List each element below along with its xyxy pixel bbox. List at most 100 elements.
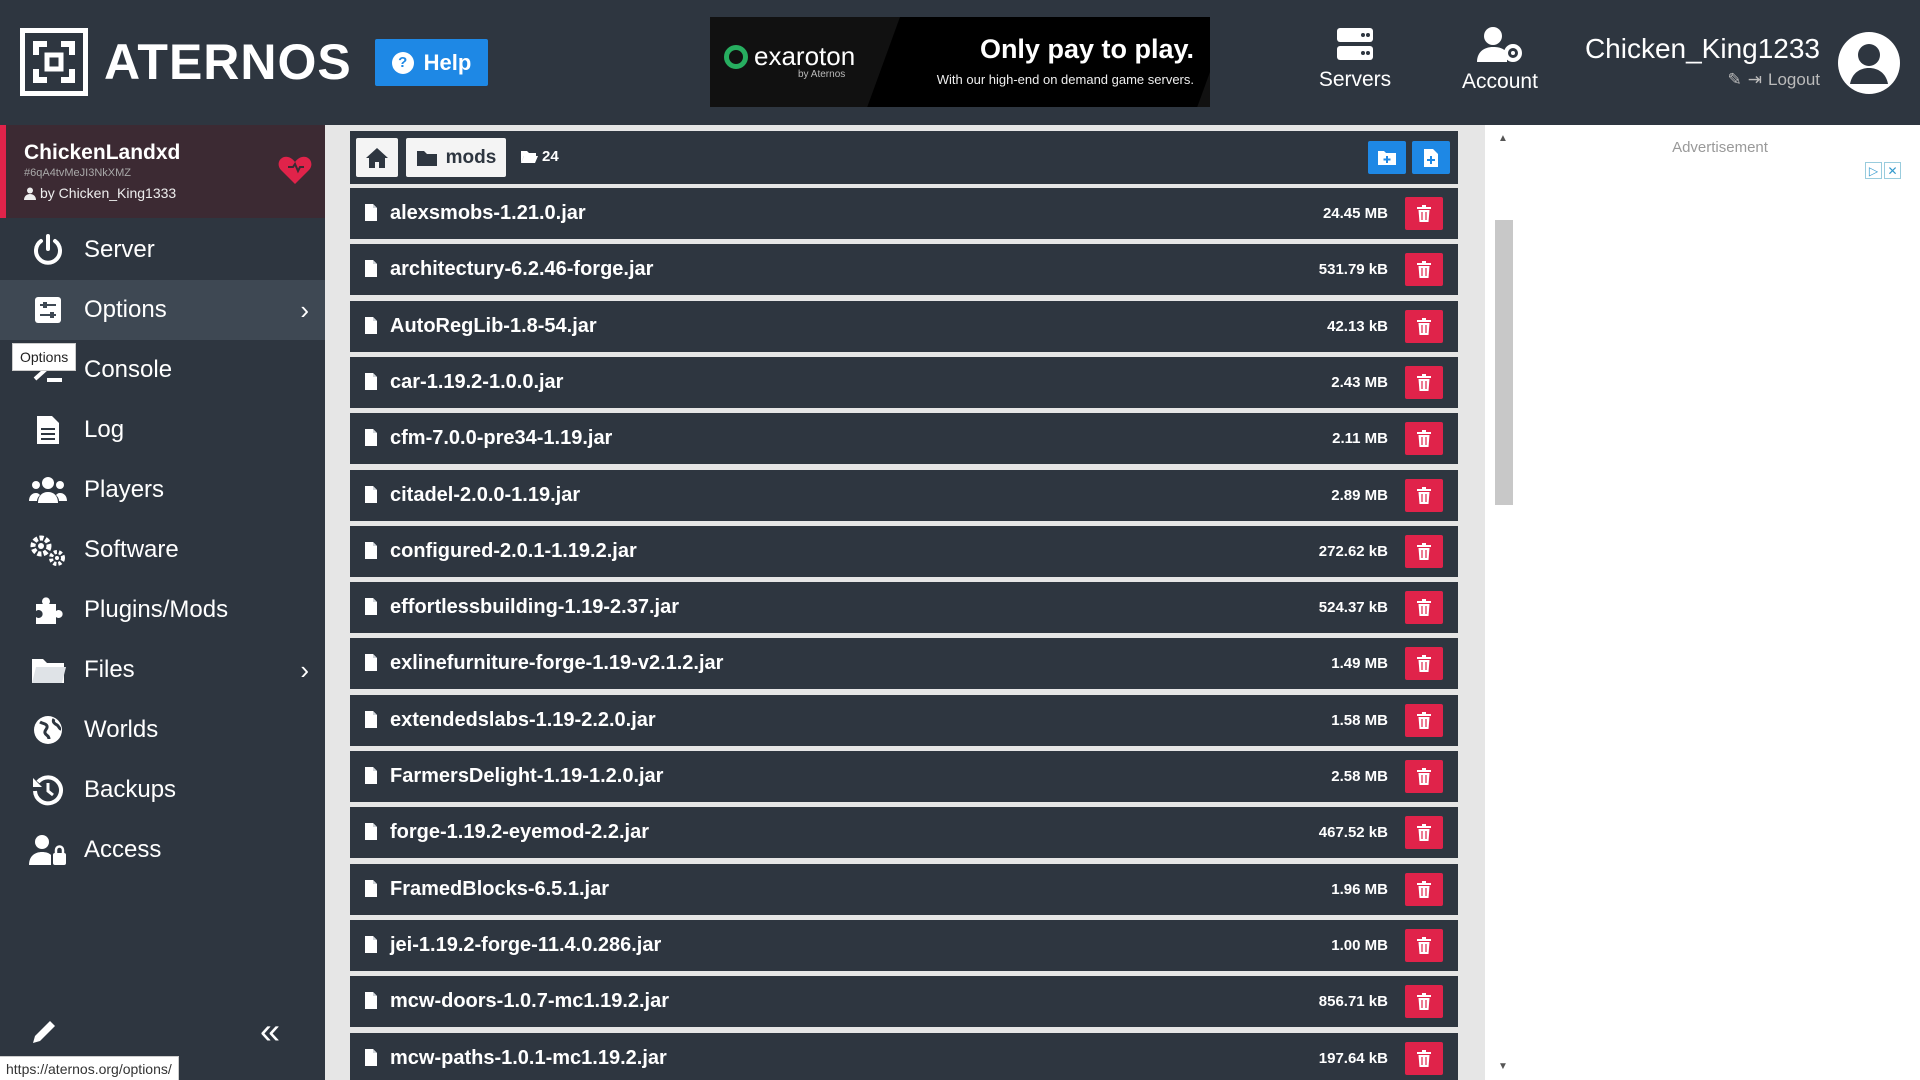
avatar[interactable] bbox=[1838, 32, 1900, 94]
file-name[interactable]: effortlessbuilding-1.19-2.37.jar bbox=[390, 596, 679, 619]
edit-pencil-icon[interactable]: ✎ bbox=[1728, 70, 1742, 90]
exaroton-ad-banner[interactable]: exaroton by Aternos Only pay to play. Wi… bbox=[710, 17, 1210, 107]
delete-file-button[interactable] bbox=[1405, 253, 1443, 286]
delete-file-button[interactable] bbox=[1405, 591, 1443, 624]
delete-file-button[interactable] bbox=[1405, 816, 1443, 849]
scroll-up-arrow-icon[interactable]: ▲ bbox=[1498, 133, 1508, 144]
ad-choices[interactable]: ▷ ✕ bbox=[1865, 162, 1901, 179]
delete-file-button[interactable] bbox=[1405, 535, 1443, 568]
help-button[interactable]: ? Help bbox=[375, 39, 488, 86]
file-size: 524.37 kB bbox=[1318, 599, 1388, 616]
file-row[interactable]: AutoRegLib-1.8-54.jar 42.13 kB bbox=[350, 301, 1458, 352]
file-name[interactable]: FramedBlocks-6.5.1.jar bbox=[390, 878, 609, 901]
scrollbar[interactable]: ▲ ▼ bbox=[1485, 125, 1525, 1080]
server-owner: by Chicken_King1333 bbox=[24, 185, 176, 201]
delete-file-button[interactable] bbox=[1405, 985, 1443, 1018]
nav-servers[interactable]: Servers bbox=[1300, 26, 1410, 92]
sidebar-item-options[interactable]: Options › bbox=[0, 280, 325, 340]
heart-icon[interactable] bbox=[278, 155, 312, 185]
file-row[interactable]: forge-1.19.2-eyemod-2.2.jar 467.52 kB bbox=[350, 807, 1458, 858]
sidebar-item-access[interactable]: Access bbox=[0, 820, 325, 880]
file-row[interactable]: FarmersDelight-1.19-1.2.0.jar 2.58 MB bbox=[350, 751, 1458, 802]
server-name: ChickenLandxd bbox=[24, 141, 181, 164]
close-ad-icon[interactable]: ✕ bbox=[1884, 162, 1901, 179]
delete-file-button[interactable] bbox=[1405, 197, 1443, 230]
delete-file-button[interactable] bbox=[1405, 422, 1443, 455]
file-name[interactable]: FarmersDelight-1.19-1.2.0.jar bbox=[390, 765, 663, 788]
file-name[interactable]: cfm-7.0.0-pre34-1.19.jar bbox=[390, 427, 612, 450]
file-name[interactable]: alexsmobs-1.21.0.jar bbox=[390, 202, 586, 225]
file-name[interactable]: mcw-paths-1.0.1-mc1.19.2.jar bbox=[390, 1047, 667, 1070]
breadcrumb-home[interactable] bbox=[356, 138, 398, 177]
sidebar-item-log[interactable]: Log bbox=[0, 400, 325, 460]
sidebar-item-software[interactable]: Software bbox=[0, 520, 325, 580]
collapse-sidebar-icon[interactable]: « bbox=[260, 1010, 280, 1052]
logout-link[interactable]: Logout bbox=[1768, 70, 1820, 90]
file-name[interactable]: architectury-6.2.46-forge.jar bbox=[390, 258, 653, 281]
file-name[interactable]: AutoRegLib-1.8-54.jar bbox=[390, 315, 597, 338]
delete-file-button[interactable] bbox=[1405, 647, 1443, 680]
file-row[interactable]: FramedBlocks-6.5.1.jar 1.96 MB bbox=[350, 864, 1458, 915]
file-name[interactable]: exlinefurniture-forge-1.19-v2.1.2.jar bbox=[390, 652, 723, 675]
server-card[interactable]: ChickenLandxd #6qA4tvMeJI3NkXMZ by Chick… bbox=[0, 125, 325, 218]
delete-file-button[interactable] bbox=[1405, 760, 1443, 793]
sidebar-item-worlds[interactable]: Worlds bbox=[0, 700, 325, 760]
help-label: Help bbox=[423, 49, 472, 75]
pencil-icon[interactable] bbox=[30, 1018, 58, 1046]
file-row[interactable]: jei-1.19.2-forge-11.4.0.286.jar 1.00 MB bbox=[350, 920, 1458, 971]
file-row[interactable]: extendedslabs-1.19-2.2.0.jar 1.58 MB bbox=[350, 695, 1458, 746]
file-size: 272.62 kB bbox=[1318, 543, 1388, 560]
file-row[interactable]: car-1.19.2-1.0.0.jar 2.43 MB bbox=[350, 357, 1458, 408]
new-folder-button[interactable] bbox=[1368, 141, 1406, 174]
sidebar-item-label: Server bbox=[84, 236, 155, 263]
file-name[interactable]: mcw-doors-1.0.7-mc1.19.2.jar bbox=[390, 990, 669, 1013]
file-row[interactable]: architectury-6.2.46-forge.jar 531.79 kB bbox=[350, 244, 1458, 295]
username[interactable]: Chicken_King1233 bbox=[1580, 33, 1820, 65]
scrollbar-thumb[interactable] bbox=[1495, 220, 1513, 505]
file-name[interactable]: car-1.19.2-1.0.0.jar bbox=[390, 371, 563, 394]
file-row[interactable]: citadel-2.0.0-1.19.jar 2.89 MB bbox=[350, 470, 1458, 521]
trash-icon bbox=[1417, 374, 1431, 391]
sidebar-item-server[interactable]: Server bbox=[0, 220, 325, 280]
file-name[interactable]: configured-2.0.1-1.19.2.jar bbox=[390, 540, 637, 563]
adchoices-icon[interactable]: ▷ bbox=[1865, 162, 1882, 179]
file-row[interactable]: mcw-doors-1.0.7-mc1.19.2.jar 856.71 kB bbox=[350, 976, 1458, 1027]
file-row[interactable]: exlinefurniture-forge-1.19-v2.1.2.jar 1.4… bbox=[350, 638, 1458, 689]
file-row[interactable]: configured-2.0.1-1.19.2.jar 272.62 kB bbox=[350, 526, 1458, 577]
delete-file-button[interactable] bbox=[1405, 366, 1443, 399]
delete-file-button[interactable] bbox=[1405, 310, 1443, 343]
file-icon bbox=[365, 823, 377, 840]
delete-file-button[interactable] bbox=[1405, 929, 1443, 962]
advertisement-label: Advertisement bbox=[1672, 139, 1768, 156]
nav-account[interactable]: Account bbox=[1450, 26, 1550, 94]
aternos-logo[interactable]: ATERNOS bbox=[20, 28, 352, 96]
sidebar-item-players[interactable]: Players bbox=[0, 460, 325, 520]
folder-icon bbox=[28, 650, 68, 690]
sidebar-item-plugins-mods[interactable]: Plugins/Mods bbox=[0, 580, 325, 640]
file-name[interactable]: extendedslabs-1.19-2.2.0.jar bbox=[390, 709, 656, 732]
server-owner-label: by Chicken_King1333 bbox=[40, 185, 177, 201]
globe-icon bbox=[28, 710, 68, 750]
file-name[interactable]: jei-1.19.2-forge-11.4.0.286.jar bbox=[390, 934, 661, 957]
delete-file-button[interactable] bbox=[1405, 704, 1443, 737]
delete-file-button[interactable] bbox=[1405, 1042, 1443, 1075]
file-row[interactable]: mcw-paths-1.0.1-mc1.19.2.jar 197.64 kB bbox=[350, 1033, 1458, 1080]
scroll-down-arrow-icon[interactable]: ▼ bbox=[1498, 1061, 1508, 1072]
right-advertisement: Advertisement ▷ ✕ bbox=[1525, 125, 1920, 1080]
sidebar-item-label: Players bbox=[84, 476, 165, 503]
file-row[interactable]: effortlessbuilding-1.19-2.37.jar 524.37 k… bbox=[350, 582, 1458, 633]
delete-file-button[interactable] bbox=[1405, 873, 1443, 906]
delete-file-button[interactable] bbox=[1405, 479, 1443, 512]
new-file-button[interactable] bbox=[1412, 141, 1450, 174]
trash-icon bbox=[1417, 712, 1431, 729]
sidebar-item-backups[interactable]: Backups bbox=[0, 760, 325, 820]
breadcrumb-folder[interactable]: mods bbox=[406, 138, 506, 177]
trash-icon bbox=[1417, 430, 1431, 447]
file-name[interactable]: forge-1.19.2-eyemod-2.2.jar bbox=[390, 821, 649, 844]
file-row[interactable]: alexsmobs-1.21.0.jar 24.45 MB bbox=[350, 188, 1458, 239]
file-name[interactable]: citadel-2.0.0-1.19.jar bbox=[390, 484, 580, 507]
file-icon bbox=[365, 204, 377, 221]
document-icon bbox=[28, 410, 68, 450]
file-row[interactable]: cfm-7.0.0-pre34-1.19.jar 2.11 MB bbox=[350, 413, 1458, 464]
sidebar-item-files[interactable]: Files › bbox=[0, 640, 325, 700]
